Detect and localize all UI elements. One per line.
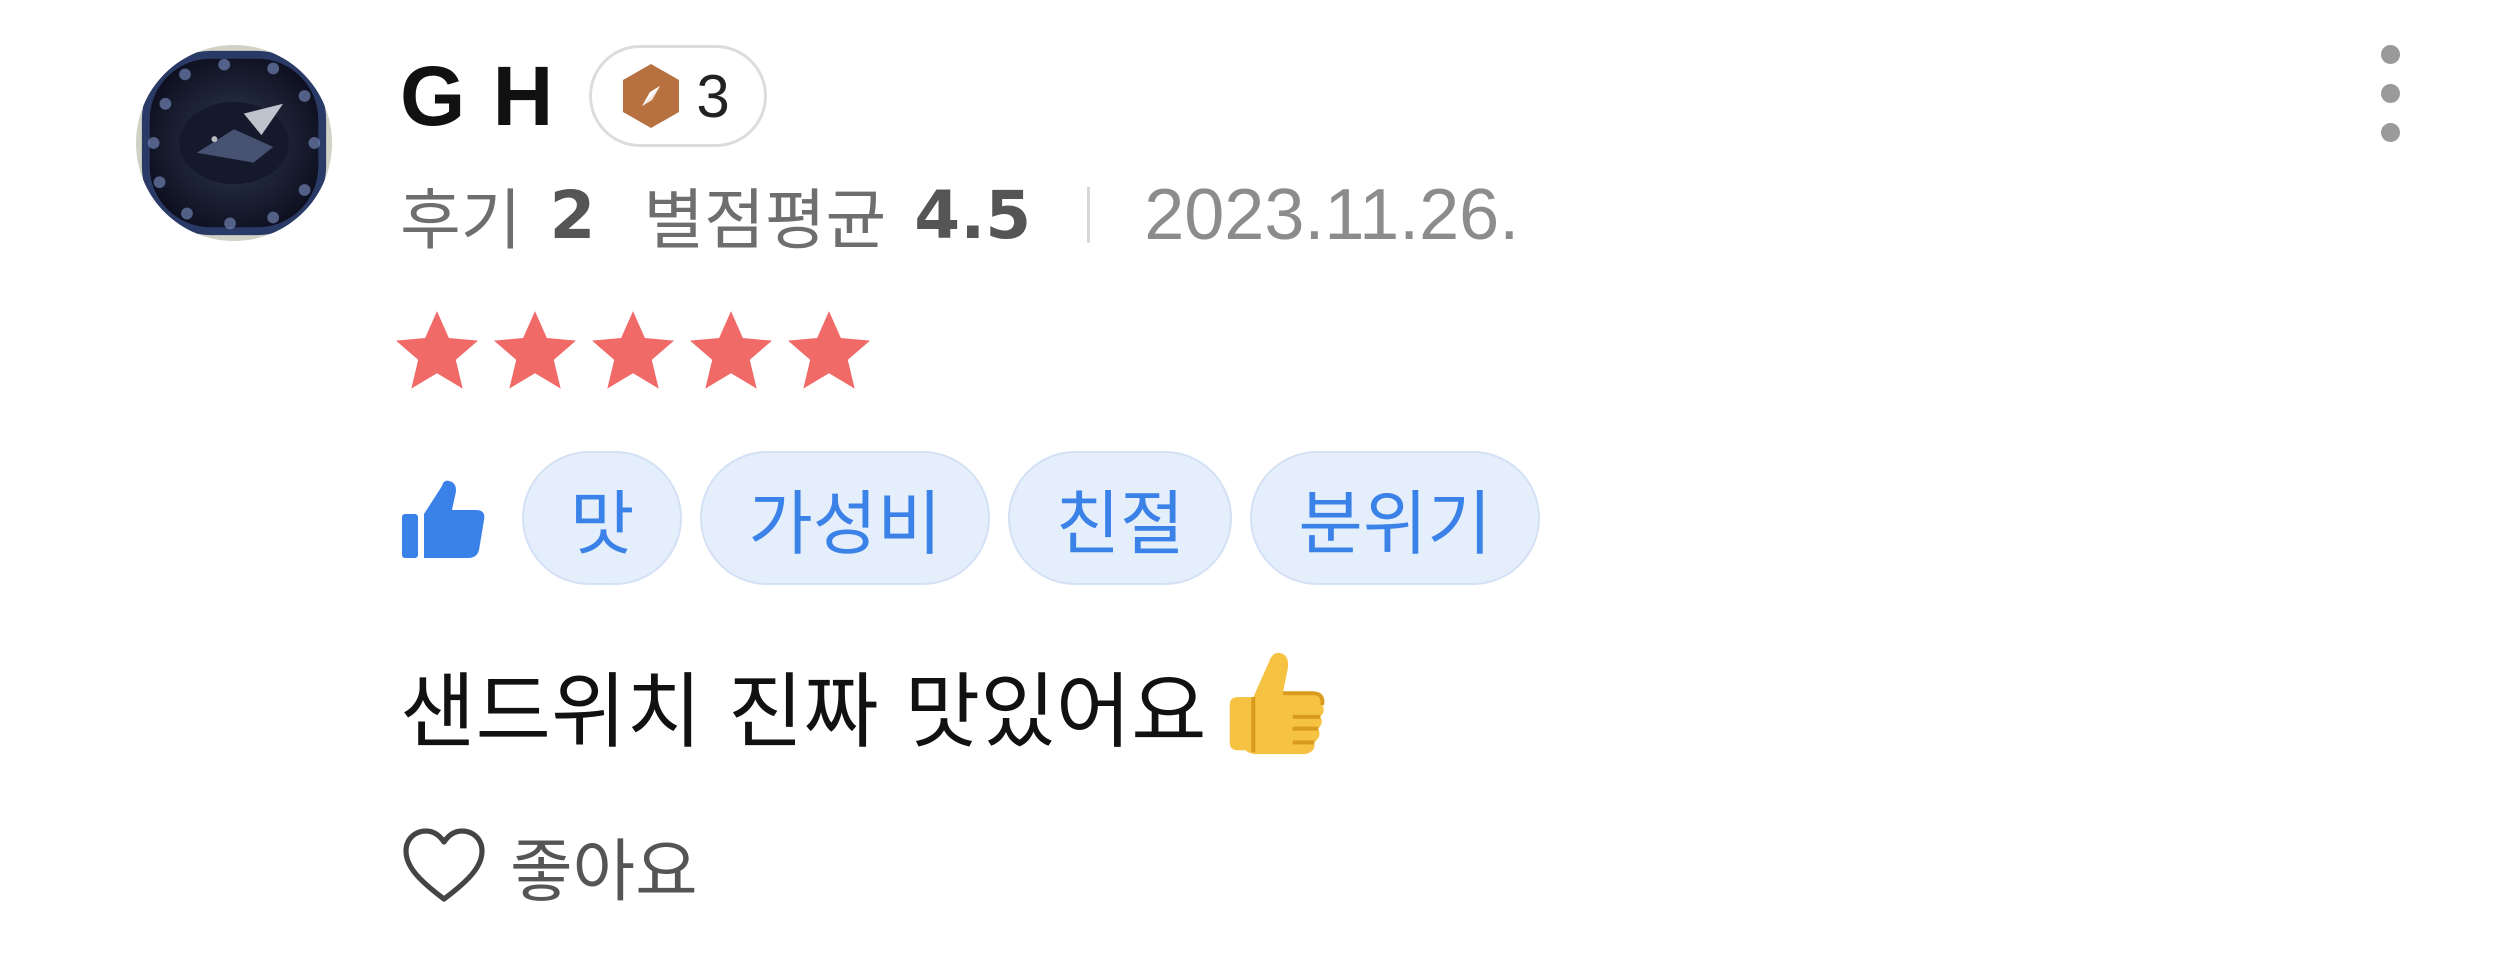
tag-atmosphere[interactable]: 분위기	[1250, 451, 1540, 585]
star-rating	[390, 305, 876, 397]
like-button[interactable]: 좋아요	[400, 815, 698, 915]
tag-kindness[interactable]: 친절	[1007, 451, 1233, 585]
heart-outline-icon	[403, 828, 485, 902]
star-icon	[787, 311, 871, 389]
level-badge[interactable]: 3	[589, 45, 767, 147]
review-text: 샌드위치 진짜 맛있어요	[400, 665, 1207, 760]
star-icon	[591, 311, 675, 389]
review-text-block: 샌드위치 진짜 맛있어요	[400, 645, 1329, 764]
star-icon	[493, 311, 577, 389]
thumbs-up-emoji	[1229, 652, 1324, 754]
more-vertical-icon	[2380, 44, 2400, 64]
more-options-button[interactable]	[2350, 28, 2430, 158]
review-card: G H 3 후기 2 별점평균 4.5 2023.11.26. 맛 가성비 친절…	[0, 0, 2500, 963]
like-label: 좋아요	[510, 832, 698, 912]
thumbs-up-icon	[402, 480, 485, 558]
avg-rating: 4.5	[914, 176, 1032, 254]
star-icon	[689, 311, 773, 389]
star-icon	[395, 311, 479, 389]
review-meta: 후기 2 별점평균 4.5 2023.11.26.	[400, 165, 1519, 265]
compass-hexagon-icon	[623, 64, 680, 128]
review-count-label: 후기	[400, 182, 522, 259]
avg-rating-label: 별점평균	[643, 182, 887, 259]
tag-value[interactable]: 가성비	[700, 451, 990, 585]
level-number: 3	[696, 62, 730, 130]
keyword-tags: 맛 가성비 친절 분위기	[400, 450, 1558, 586]
author-name[interactable]: G H	[400, 54, 555, 138]
review-count: 2	[549, 176, 596, 254]
author-row: G H 3	[400, 40, 767, 152]
review-date: 2023.11.26.	[1144, 175, 1520, 255]
tag-taste[interactable]: 맛	[522, 451, 683, 585]
meta-divider	[1087, 187, 1091, 243]
avatar[interactable]	[136, 45, 332, 241]
